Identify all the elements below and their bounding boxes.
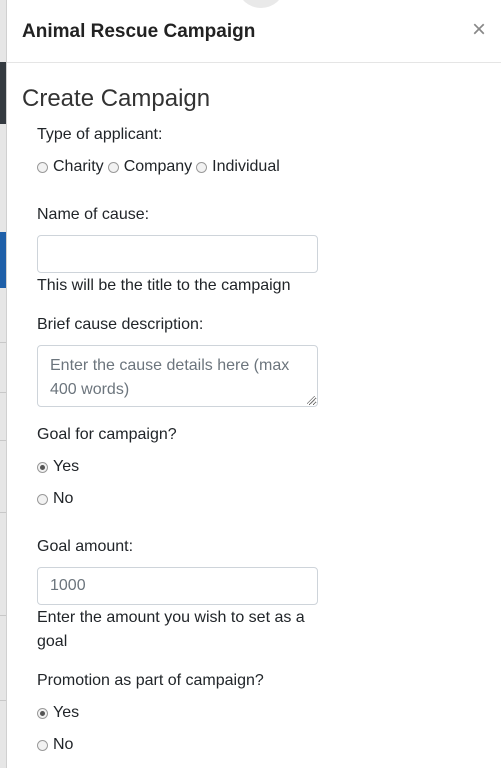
applicant-charity-label[interactable]: Charity [53, 158, 104, 176]
goal-yes-label[interactable]: Yes [53, 458, 79, 476]
promotion-yes-label[interactable]: Yes [53, 704, 79, 722]
promotion-label: Promotion as part of campaign? [37, 672, 264, 689]
goal-yes-radio[interactable] [37, 461, 48, 473]
applicant-type-group: Charity Company Individual [37, 158, 284, 176]
modal-header: Animal Rescue Campaign × [7, 0, 501, 63]
goal-amount-input[interactable] [37, 567, 318, 605]
goal-no-label[interactable]: No [53, 490, 73, 508]
applicant-individual-label[interactable]: Individual [212, 158, 280, 176]
cause-name-label: Name of cause: [37, 206, 150, 223]
applicant-company-radio[interactable] [107, 161, 119, 173]
goal-no-radio[interactable] [37, 493, 48, 505]
promotion-yes-option: Yes [37, 704, 83, 722]
applicant-charity-radio[interactable] [37, 161, 48, 173]
promotion-yes-radio[interactable] [37, 707, 48, 719]
description-textarea[interactable]: Enter the cause details here (max 400 wo… [37, 345, 318, 407]
resize-grip-icon[interactable] [307, 396, 315, 404]
applicant-type-label: Type of applicant: [37, 126, 163, 143]
close-icon[interactable]: × [472, 16, 486, 44]
section-title: Create Campaign [22, 85, 211, 112]
description-label: Brief cause description: [37, 316, 204, 333]
goal-no-option: No [37, 490, 77, 508]
applicant-individual-radio[interactable] [196, 161, 208, 173]
campaign-modal: Animal Rescue Campaign × Create Campaign… [6, 0, 501, 768]
promotion-no-radio[interactable] [37, 739, 48, 751]
description-placeholder: Enter the cause details here (max 400 wo… [50, 357, 290, 398]
applicant-company-label[interactable]: Company [124, 158, 192, 176]
goal-amount-help: Enter the amount you wish to set as a go… [37, 609, 305, 650]
goal-amount-label: Goal amount: [37, 538, 134, 555]
cause-name-help: This will be the title to the campaign [37, 277, 291, 294]
cause-name-input[interactable] [37, 235, 318, 273]
goal-yes-option: Yes [37, 458, 83, 476]
goal-label: Goal for campaign? [37, 426, 177, 443]
promotion-no-option: No [37, 736, 77, 754]
modal-title: Animal Rescue Campaign [22, 21, 256, 42]
promotion-no-label[interactable]: No [53, 736, 73, 754]
